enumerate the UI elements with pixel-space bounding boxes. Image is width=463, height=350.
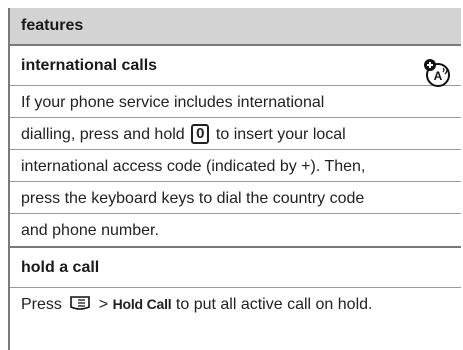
text-line: dialling, press and hold 0 to insert you… [10, 118, 461, 150]
menu-key-icon [70, 296, 91, 310]
text-line: international access code (indicated by … [10, 150, 461, 182]
text-line: If your phone service includes internati… [10, 86, 461, 118]
section-hold-a-call: hold a call Press > Hold Call to put all… [10, 248, 461, 320]
text-fragment: > [94, 296, 113, 313]
text-fragment: Press [21, 296, 67, 313]
svg-text:A: A [434, 69, 443, 83]
section-title: international calls [10, 46, 461, 86]
features-header: features [10, 8, 461, 46]
network-feature-icon: A [424, 59, 450, 87]
text-line: Press > Hold Call to put all active call… [10, 288, 461, 320]
section-international-calls: international calls A If your phone serv… [10, 46, 461, 246]
text-fragment: dialling, press and hold [21, 126, 190, 143]
text-fragment: to insert your local [211, 126, 346, 143]
text-line: press the keyboard keys to dial the coun… [10, 182, 461, 214]
zero-key-icon: 0 [191, 124, 210, 144]
text-line: and phone number. [21, 222, 159, 239]
text-fragment: to put all active call on hold. [171, 296, 373, 313]
section-title: hold a call [10, 248, 461, 288]
hold-call-command: Hold Call [112, 296, 172, 312]
document-table: features international calls A If your p… [8, 8, 461, 350]
